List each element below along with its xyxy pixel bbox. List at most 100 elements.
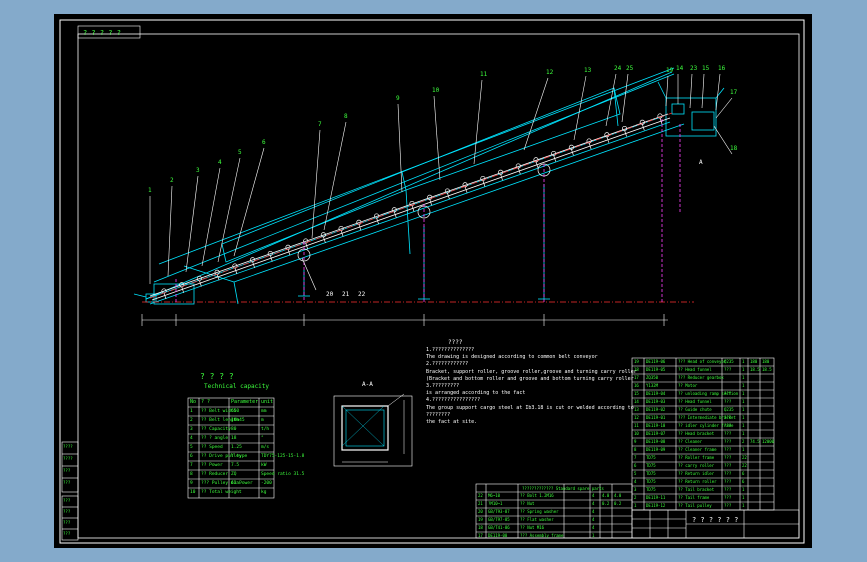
leader-line [701, 73, 705, 109]
tech-table-header: No [190, 399, 197, 405]
bom-right-cell: DE119-02 [646, 406, 666, 412]
tech-table-cell: ?? Capacity [201, 427, 231, 432]
bom-bottom-cell: 21 [478, 501, 483, 506]
bom-right-cell: 6 [742, 470, 745, 476]
belt-and-idlers [149, 113, 671, 301]
note-line: The group support cargo steel at Ib3.18 … [426, 404, 634, 411]
tech-table-cell: 80 [231, 427, 237, 432]
tech-table-cell: 2 [190, 418, 193, 423]
tech-table-cell: kg [261, 490, 267, 495]
note-line: 3.????????? [426, 383, 460, 389]
bom-bottom-cell: 20 [478, 509, 483, 514]
bom-right-cell: DE119-04 [646, 390, 666, 396]
bom-right-cell: 8 [634, 446, 637, 452]
bom-right-cell: 19 [634, 358, 639, 364]
bom-right-cell: TD75 [646, 478, 656, 484]
tech-table-cell: ?? ? angle [201, 436, 229, 441]
tech-table-header: Parameter [231, 399, 259, 405]
bom-bottom-cell: 0.2 [602, 501, 610, 506]
bom-right-cell: TD75 [646, 486, 656, 492]
bom-right-cell: 180 [762, 358, 770, 364]
left-margin-label: ???? [63, 444, 73, 449]
part-balloon: 14 [676, 65, 684, 72]
section-label: A-A [362, 381, 373, 388]
bom-right-cell: 22 [742, 462, 747, 468]
part-balloon: 10 [432, 87, 440, 94]
bom-right-cell: 14 [634, 398, 639, 404]
bom-right-cell: Y132M [646, 382, 659, 388]
bom-bottom-cell: 4 [592, 493, 595, 498]
part-balloon: 13 [584, 67, 592, 74]
leader-line [621, 73, 629, 123]
bom-right-cell: 1 [742, 502, 745, 508]
tech-table-cell: ?? Power [201, 463, 223, 468]
bom-bottom-cell: 4 [592, 525, 595, 530]
bom-right-cell: DE119-06 [646, 358, 666, 364]
bom-right-cell: 1 [742, 358, 745, 364]
part-balloon-bottom: 22 [358, 291, 366, 298]
leader-line [185, 175, 199, 273]
part-balloon: 8 [344, 113, 348, 120]
tech-table-cell: ?? Speed [201, 445, 223, 450]
bom-bottom-cell: ?M10~1 [488, 501, 503, 506]
tech-table-cell: ?? Reducer [201, 472, 229, 477]
bom-bottom-cell: DE119-00 [488, 533, 508, 538]
part-balloon: 7 [318, 121, 322, 128]
bom-right-cell: 12 [634, 414, 639, 420]
note-line: The drawing is designed according to com… [426, 354, 598, 361]
bom-right-cell: ??? [724, 438, 732, 444]
tech-table-cell: 63 Power [231, 481, 253, 486]
bom-right-cell: ZQ350 [646, 374, 659, 380]
bom-right-cell: 74.5 [750, 438, 760, 444]
part-balloon: 1 [148, 187, 152, 194]
dimension-line [141, 314, 668, 326]
note-line: Bracket, support roller, groove roller,g… [426, 368, 637, 375]
leader-line [689, 73, 693, 109]
bom-right-cell: 180 [750, 358, 758, 364]
tech-table-cell: 8 [190, 472, 193, 477]
bom-right-cell: ?? Head funnel [678, 398, 712, 404]
left-margin-label: ???? [63, 456, 73, 461]
bom-right-cell: 18 [634, 366, 639, 372]
left-margin-label: ??? [63, 498, 71, 503]
tech-table-cell: 650 [231, 409, 240, 414]
tech-table-cell: 7.5 [231, 463, 240, 468]
bom-right-cell: 12000 [762, 438, 775, 444]
bom-right-cell: ??? [724, 390, 732, 396]
bom-right-cell: 1 [742, 406, 745, 412]
tech-table-cell: 7 [190, 463, 193, 468]
cad-viewport[interactable]: ? ? ? ? ? 1 2 3 4 5 6 7 8 9 10 11 12 13 … [54, 14, 812, 548]
bom-bottom-cell: 4 [592, 509, 595, 514]
tech-table-header: ? ? [201, 399, 211, 405]
tech-table-cell: m [261, 418, 264, 423]
bom-right-cell: ?? carry roller [678, 462, 715, 468]
leader-line [311, 129, 321, 239]
part-balloon: 11 [480, 71, 488, 78]
bom-right-cell: 11 [634, 422, 639, 428]
bom-right-cell: ?? Head funnel [678, 366, 712, 372]
bom-right-cell: 1 [742, 494, 745, 500]
bom-bottom-cell: 0.2 [614, 501, 622, 506]
tech-table-cell: t/h [261, 427, 270, 432]
bom-right-cell: DE119-09 [646, 446, 666, 452]
part-balloon: 3 [196, 167, 200, 174]
bom-right-cell: 1 [742, 382, 745, 388]
leader-line [201, 167, 221, 267]
bom-right-cell: 16 [634, 382, 639, 388]
bom-right-cell: 6 [634, 462, 637, 468]
bom-right-cell: 9 [634, 438, 637, 444]
part-balloon: 9 [396, 95, 400, 102]
bom-bottom-cell: 19 [478, 517, 483, 522]
bom-right-cell: 5 [634, 470, 637, 476]
tech-table-cell: mm [261, 409, 267, 414]
bom-bottom-cell: ?? Flat washer [520, 517, 554, 522]
leader-line [665, 75, 669, 107]
bom-right-cell: 1 [742, 422, 745, 428]
left-margin-label: ??? [63, 480, 71, 485]
idler-rollers [161, 113, 663, 300]
leader-line [715, 97, 733, 119]
bom-right-cell: ?? Tail frame [678, 494, 710, 500]
bom-right-cell: TD75 [646, 470, 656, 476]
tech-table-cell: ?? Total weight [201, 490, 242, 495]
part-balloon: 19 [666, 67, 674, 74]
